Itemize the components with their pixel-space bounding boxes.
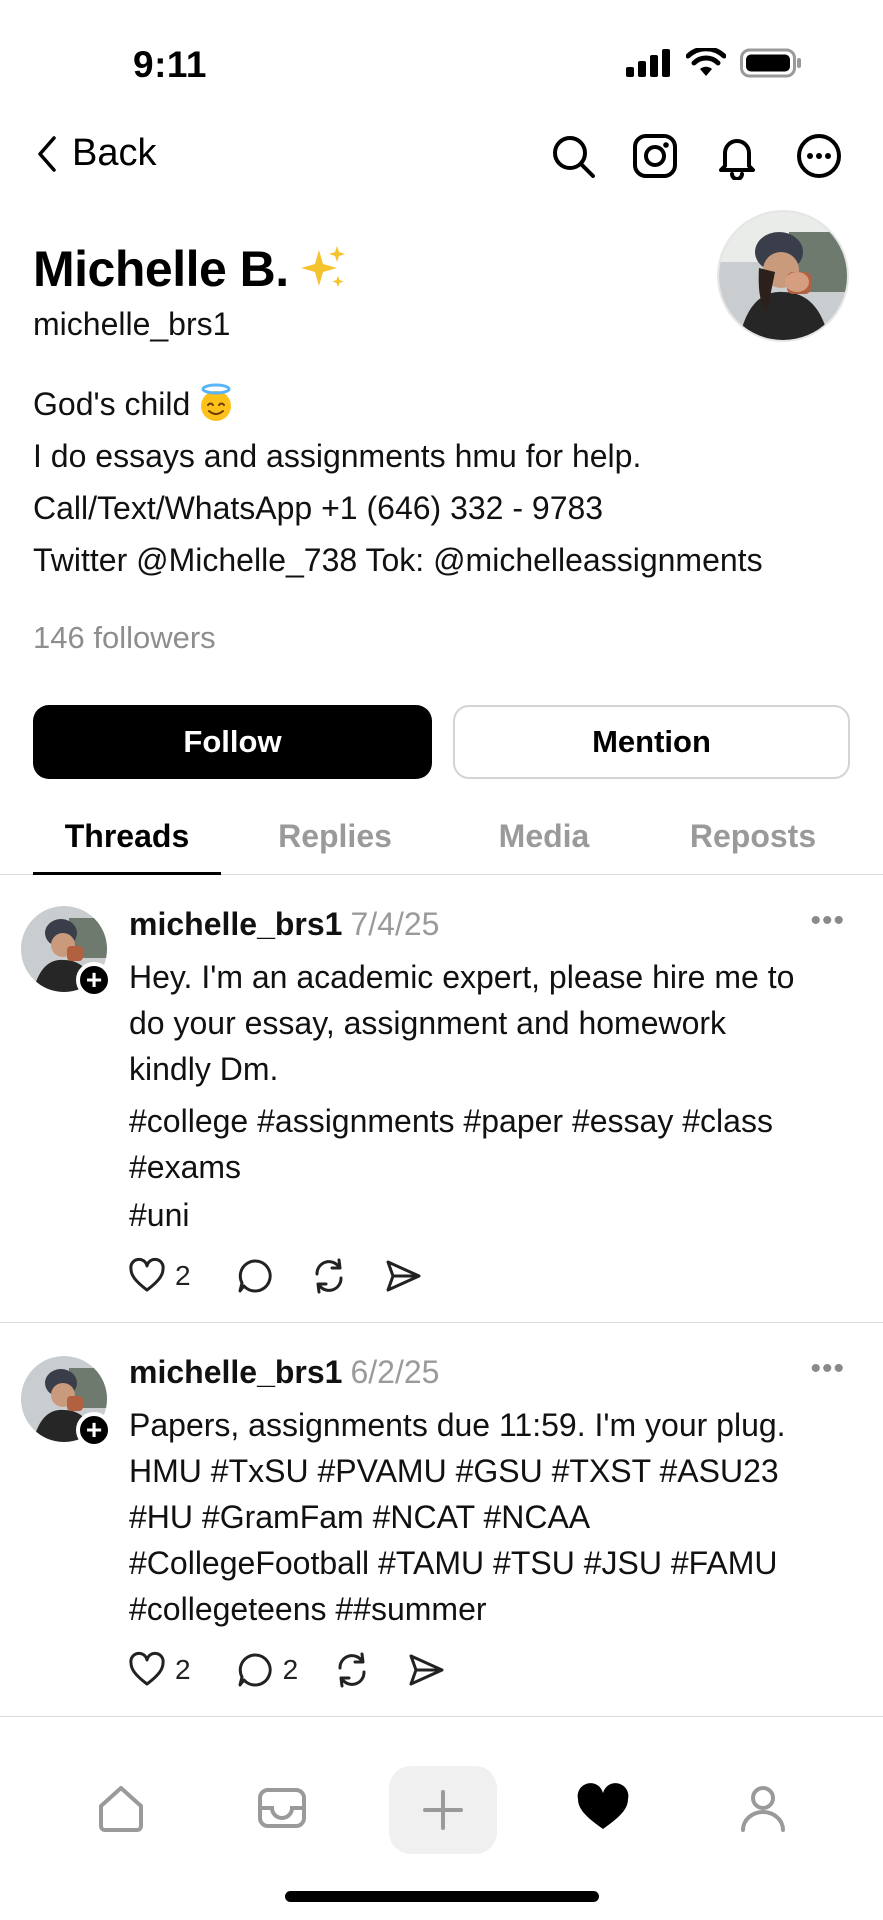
like-button[interactable]: 2 <box>127 1256 191 1296</box>
reply-button[interactable] <box>235 1256 275 1296</box>
search-icon[interactable] <box>549 132 597 180</box>
post-username[interactable]: michelle_brs1 <box>129 1354 342 1390</box>
wifi-icon <box>686 48 726 76</box>
bio-line: I do essays and assignments hmu for help… <box>33 438 642 474</box>
post-hashtags[interactable]: #collegeteens ##summer <box>129 1586 849 1632</box>
tab-threads[interactable]: Threads <box>33 818 221 855</box>
instagram-icon[interactable] <box>631 132 679 180</box>
battery-icon <box>740 48 801 78</box>
post-text-line: Papers, assignments due 11:59. I'm your … <box>129 1407 786 1443</box>
post-hashtags[interactable]: #uni <box>129 1190 849 1240</box>
cellular-signal-icon <box>626 49 670 77</box>
post-text-line: do your essay, assignment and homework <box>129 1005 727 1041</box>
heart-icon <box>129 1257 165 1292</box>
post-divider <box>0 1322 883 1323</box>
home-icon <box>99 1786 143 1832</box>
post-date: 6/2/25 <box>350 1354 440 1390</box>
post-header: michelle_brs1 6/2/25 <box>129 1354 439 1391</box>
send-icon <box>409 1654 444 1686</box>
profile-name-row: Michelle B. <box>33 240 349 298</box>
tab-replies[interactable]: Replies <box>243 818 427 855</box>
nav-activity[interactable] <box>573 1778 633 1838</box>
post-username[interactable]: michelle_brs1 <box>129 906 342 942</box>
post-hashtags[interactable]: #exams <box>129 1144 849 1190</box>
post-header: michelle_brs1 7/4/25 <box>129 906 439 943</box>
reply-button[interactable]: 2 <box>235 1650 299 1690</box>
share-button[interactable] <box>406 1650 446 1690</box>
post-text-line: Hey. I'm an academic expert, please hire… <box>129 959 795 995</box>
follow-plus-badge[interactable]: + <box>76 1412 112 1448</box>
post-actions: 2 2 <box>127 1650 480 1690</box>
send-icon <box>386 1260 421 1292</box>
home-indicator <box>285 1891 599 1902</box>
post-date: 7/4/25 <box>350 906 440 942</box>
bell-icon[interactable] <box>713 132 761 180</box>
share-button[interactable] <box>383 1256 423 1296</box>
status-time: 9:11 <box>133 44 208 85</box>
repost-button[interactable] <box>309 1256 349 1296</box>
followers-count[interactable]: 146 followers <box>33 620 216 656</box>
follow-button[interactable]: Follow <box>33 705 432 779</box>
repost-button[interactable] <box>332 1650 372 1690</box>
like-button[interactable]: 2 <box>127 1650 191 1690</box>
nav-profile[interactable] <box>733 1778 793 1838</box>
like-count: 2 <box>175 1654 191 1685</box>
post-hashtags[interactable]: #CollegeFootball #TAMU #TSU #JSU #FAMU <box>129 1540 849 1586</box>
activity-heart-icon <box>577 1783 629 1829</box>
bio-line[interactable]: Call/Text/WhatsApp +1 (646) 332 - 9783 <box>33 482 853 534</box>
post-text: Papers, assignments due 11:59. I'm your … <box>129 1402 849 1632</box>
post-more-button[interactable]: ••• <box>810 904 845 938</box>
inbox-icon <box>258 1788 306 1828</box>
smiling-face-with-halo-icon <box>201 383 232 421</box>
profile-tabs: Threads Replies Media Reposts <box>0 810 883 875</box>
avatar-photo <box>719 212 847 340</box>
like-count: 2 <box>175 1260 191 1291</box>
repost-icon <box>338 1652 366 1688</box>
comment-icon <box>238 1653 272 1687</box>
profile-avatar[interactable] <box>717 210 849 342</box>
top-action-icons <box>549 132 843 180</box>
post-hashtags[interactable]: HMU #TxSU #PVAMU #GSU #TXST #ASU23 <box>129 1448 849 1494</box>
reply-count: 2 <box>282 1654 299 1685</box>
post-more-button[interactable]: ••• <box>810 1352 845 1386</box>
chevron-left-icon <box>38 135 56 172</box>
more-icon[interactable] <box>795 132 843 180</box>
profile-bio: God's child I do essays and assignments … <box>33 378 853 586</box>
status-icons <box>626 48 802 78</box>
post-divider <box>0 1716 883 1717</box>
active-tab-indicator <box>33 872 221 875</box>
post-hashtags[interactable]: #HU #GramFam #NCAT #NCAA <box>129 1494 849 1540</box>
post-hashtags[interactable]: #college #assignments #paper #essay #cla… <box>129 1098 849 1144</box>
bio-line[interactable]: Twitter @Michelle_738 Tok: @michelleassi… <box>33 534 853 586</box>
mention-button[interactable]: Mention <box>453 705 850 779</box>
sparkles-icon <box>300 246 345 287</box>
bio-line: God's child <box>33 378 853 430</box>
post-actions: 2 <box>127 1256 457 1296</box>
back-label: Back <box>72 132 157 174</box>
nav-inbox[interactable] <box>252 1778 312 1838</box>
comment-icon <box>238 1259 272 1293</box>
profile-handle: michelle_brs1 <box>33 306 231 342</box>
heart-icon <box>129 1651 165 1686</box>
nav-home[interactable] <box>91 1778 151 1838</box>
nav-compose[interactable] <box>389 1766 497 1854</box>
tab-reposts[interactable]: Reposts <box>661 818 845 855</box>
post-text: Hey. I'm an academic expert, please hire… <box>129 954 849 1240</box>
profile-name: Michelle B. <box>33 241 289 297</box>
follow-plus-badge[interactable]: + <box>76 962 112 998</box>
repost-icon <box>315 1258 343 1294</box>
back-button[interactable]: Back <box>36 132 156 175</box>
profile-icon <box>741 1786 785 1832</box>
tab-media[interactable]: Media <box>452 818 636 855</box>
plus-icon <box>423 1790 463 1830</box>
post-text-line: kindly Dm. <box>129 1051 279 1087</box>
